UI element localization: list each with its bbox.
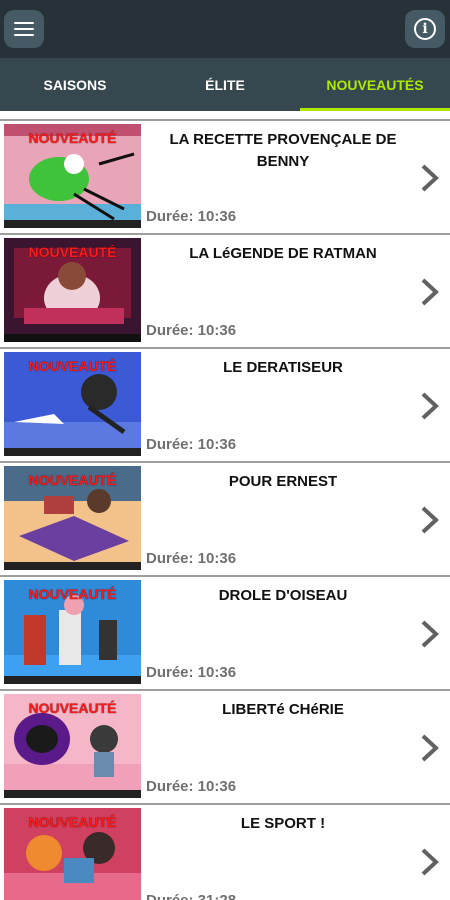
info-button[interactable]: i xyxy=(405,10,445,48)
chevron-right-icon xyxy=(421,734,439,762)
episode-duration: Durée: 10:36 xyxy=(146,208,237,225)
episode-item[interactable]: NOUVEAUTÉ LE SPORT ! Durée: 31:28 xyxy=(0,805,450,900)
episode-title: LE DERATISEUR xyxy=(223,359,343,376)
list-top-edge xyxy=(0,111,450,121)
episode-item[interactable]: NOUVEAUTÉ LA LéGENDE DE RATMAN Durée: 10… xyxy=(0,235,450,349)
episode-thumbnail: NOUVEAUTÉ xyxy=(4,580,141,684)
chevron-right-icon xyxy=(421,506,439,534)
top-app-bar: i xyxy=(0,0,450,58)
episode-duration: Durée: 10:36 xyxy=(146,322,237,339)
episode-title: DROLE D'OISEAU xyxy=(218,587,348,604)
new-badge: NOUVEAUTÉ xyxy=(28,700,117,716)
new-badge: NOUVEAUTÉ xyxy=(28,358,117,374)
episode-item[interactable]: NOUVEAUTÉ LE DERATISEUR Durée: 10:36 xyxy=(0,349,450,463)
episode-item[interactable]: NOUVEAUTÉ LIBERTé CHéRIE Durée: 10:36 xyxy=(0,691,450,805)
episode-thumbnail: NOUVEAUTÉ xyxy=(4,694,141,798)
episode-title: LA LéGENDE DE RATMAN xyxy=(189,245,377,262)
episode-title: LIBERTé CHéRIE xyxy=(222,701,344,718)
chevron-right-icon xyxy=(421,164,439,192)
menu-button[interactable] xyxy=(4,10,44,48)
episode-thumbnail: NOUVEAUTÉ xyxy=(4,808,141,900)
chevron-right-icon xyxy=(421,392,439,420)
new-badge: NOUVEAUTÉ xyxy=(28,244,117,260)
episode-item[interactable]: NOUVEAUTÉ POUR ERNEST Durée: 10:36 xyxy=(0,463,450,577)
episode-duration: Durée: 10:36 xyxy=(146,436,237,453)
episode-duration: Durée: 10:36 xyxy=(146,550,237,567)
chevron-right-icon xyxy=(421,848,439,876)
tab-saisons[interactable]: SAISONS xyxy=(0,58,150,111)
tab-nouveautes[interactable]: NOUVEAUTÉS xyxy=(300,58,450,111)
episode-item[interactable]: NOUVEAUTÉ DROLE D'OISEAU Durée: 10:36 xyxy=(0,577,450,691)
tab-elite[interactable]: ÉLITE xyxy=(150,58,300,111)
episode-duration: Durée: 10:36 xyxy=(146,778,237,795)
episode-thumbnail: NOUVEAUTÉ xyxy=(4,352,141,456)
episode-title: LA RECETTE PROVENÇALE DE BENNY xyxy=(169,131,397,170)
new-badge: NOUVEAUTÉ xyxy=(28,130,117,146)
info-icon: i xyxy=(414,18,436,40)
chevron-right-icon xyxy=(421,278,439,306)
episode-duration: Durée: 31:28 xyxy=(146,892,236,900)
chevron-right-icon xyxy=(421,620,439,648)
episode-list[interactable]: NOUVEAUTÉ LA RECETTE PROVENÇALE DE BENNY… xyxy=(0,111,450,900)
hamburger-menu-icon xyxy=(14,22,34,36)
new-badge: NOUVEAUTÉ xyxy=(28,586,117,602)
episode-duration: Durée: 10:36 xyxy=(146,664,237,681)
episode-thumbnail: NOUVEAUTÉ xyxy=(4,466,141,570)
episode-item[interactable]: NOUVEAUTÉ LA RECETTE PROVENÇALE DE BENNY… xyxy=(0,121,450,235)
episode-thumbnail: NOUVEAUTÉ xyxy=(4,238,141,342)
tab-bar: SAISONS ÉLITE NOUVEAUTÉS xyxy=(0,58,450,111)
episode-title: POUR ERNEST xyxy=(228,473,338,490)
episode-title: LE SPORT ! xyxy=(240,815,326,832)
new-badge: NOUVEAUTÉ xyxy=(28,814,117,830)
new-badge: NOUVEAUTÉ xyxy=(28,472,117,488)
episode-thumbnail: NOUVEAUTÉ xyxy=(4,124,141,228)
